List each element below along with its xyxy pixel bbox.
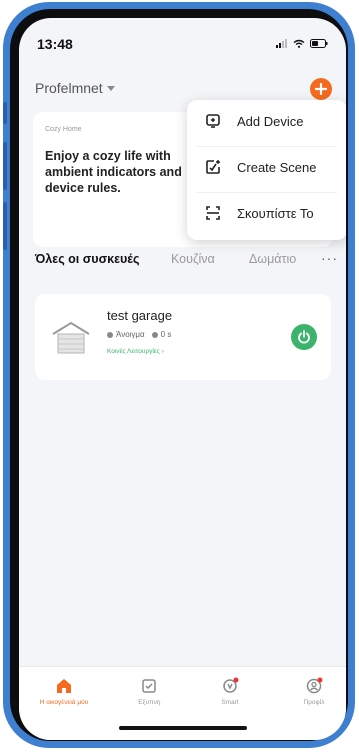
power-icon <box>298 330 310 344</box>
nav-smart[interactable]: Smart <box>190 677 270 706</box>
nav-label: Η οικογένειά μου <box>39 699 89 706</box>
menu-item-label: Add Device <box>237 113 304 129</box>
add-menu-popup: Add Device Create Scene Σκουπίστε Το <box>187 100 346 240</box>
battery-icon <box>310 39 328 48</box>
nav-profile[interactable]: Προφίλ <box>274 677 346 706</box>
device-status: Άνοιγμα 0 s <box>107 330 171 339</box>
nav-label: Smart <box>221 699 239 706</box>
home-icon <box>57 679 71 693</box>
profile-icon <box>306 677 323 694</box>
signal-icon <box>276 39 287 48</box>
nav-smart-check[interactable]: Έξυπνη <box>109 677 189 706</box>
home-selector[interactable]: Profelmnet <box>35 80 115 96</box>
menu-item-add-device[interactable]: Add Device <box>187 100 346 142</box>
state-dot-icon <box>107 331 113 338</box>
device-state: Άνοιγμα <box>116 330 145 339</box>
menu-item-scan[interactable]: Σκουπίστε Το <box>187 192 346 234</box>
create-scene-icon <box>206 160 220 174</box>
menu-item-label: Σκουπίστε Το <box>237 205 314 221</box>
time-dot-icon <box>151 331 158 338</box>
menu-item-label: Create Scene <box>237 159 317 175</box>
home-name-label: Profelmnet <box>35 80 103 96</box>
smart-icon <box>223 677 239 693</box>
side-button-3 <box>3 202 7 250</box>
add-button[interactable] <box>310 78 332 100</box>
home-indicator <box>119 726 247 730</box>
smart-check-icon <box>142 679 156 693</box>
side-button-1 <box>3 102 7 124</box>
nav-label: Έξυπνη <box>137 699 161 706</box>
device-card[interactable]: test garage Άνοιγμα 0 s Κοινές Λειτουργί… <box>35 294 331 380</box>
status-bar: 13:48 <box>19 18 346 68</box>
menu-item-create-scene[interactable]: Create Scene <box>187 146 346 188</box>
tab-room[interactable]: Δωμάτιο <box>249 252 309 266</box>
tabs-more-button[interactable]: ··· <box>321 250 338 266</box>
status-icons <box>276 39 328 48</box>
plus-icon <box>314 82 328 96</box>
app-screen: 13:48 Profelmnet Cozy Home Enjoy a cozy … <box>19 18 346 740</box>
device-time: 0 s <box>160 330 172 339</box>
power-button[interactable] <box>291 324 317 350</box>
tab-all-devices[interactable]: Όλες οι συσκευές <box>35 252 139 266</box>
add-device-icon <box>206 114 220 128</box>
tab-kitchen[interactable]: Κουζίνα <box>171 252 215 266</box>
side-button-2 <box>3 142 7 190</box>
common-functions-link[interactable]: Κοινές Λειτουργίες › <box>107 348 164 355</box>
room-tabs: Όλες οι συσκευές Κουζίνα Δωμάτιο ··· <box>19 246 346 276</box>
scan-icon <box>206 206 220 220</box>
card-small-label: Cozy Home <box>45 126 82 133</box>
nav-label: Προφίλ <box>303 699 325 706</box>
wifi-icon <box>293 39 305 48</box>
device-name: test garage <box>107 308 173 323</box>
nav-home[interactable]: Η οικογένειά μου <box>24 677 104 706</box>
status-time: 13:48 <box>37 36 73 52</box>
phone-frame: 13:48 Profelmnet Cozy Home Enjoy a cozy … <box>3 2 355 748</box>
garage-door-icon <box>52 321 90 354</box>
caret-down-icon <box>106 85 115 91</box>
